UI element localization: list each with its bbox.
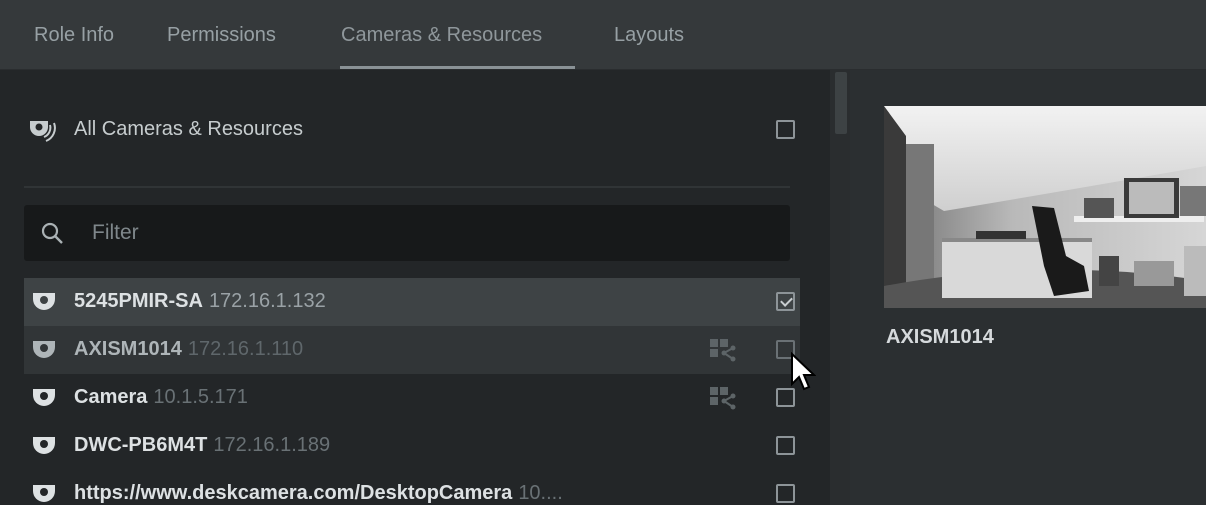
- all-cameras-icon: [30, 121, 56, 142]
- camera-checkbox[interactable]: [776, 292, 795, 311]
- camera-ip: 172.16.1.132: [208, 290, 326, 312]
- camera-icon: [33, 293, 55, 310]
- divider: [24, 186, 790, 188]
- camera-icon: [33, 437, 55, 454]
- tab-layouts[interactable]: Layouts: [614, 0, 684, 70]
- camera-icon: [33, 341, 55, 358]
- preview-panel: AXISM1014: [850, 70, 1206, 505]
- tab-permissions[interactable]: Permissions: [167, 0, 276, 70]
- camera-row[interactable]: AXISM1014 172.16.1.110: [24, 326, 800, 374]
- tab-bar: Role Info Permissions Cameras & Resource…: [0, 0, 1206, 70]
- camera-row[interactable]: 5245PMIR-SA 172.16.1.132: [24, 278, 800, 326]
- mouse-cursor-icon: [791, 352, 816, 391]
- room-thumbnail: [884, 106, 1206, 308]
- shared-layout-icon: [710, 387, 736, 410]
- tab-cameras-resources[interactable]: Cameras & Resources: [341, 0, 542, 70]
- camera-row[interactable]: DWC-PB6M4T 172.16.1.189: [24, 422, 800, 470]
- camera-permissions-dialog: Role Info Permissions Cameras & Resource…: [0, 0, 1206, 505]
- camera-ip: 10.1.5.171: [153, 386, 248, 408]
- all-resources-checkbox[interactable]: [776, 120, 795, 139]
- camera-icon: [33, 389, 55, 406]
- all-resources-label: All Cameras & Resources: [74, 118, 303, 140]
- camera-name: Camera: [74, 386, 148, 408]
- camera-name: https://www.deskcamera.com/DesktopCamera: [74, 482, 513, 504]
- camera-ip: 172.16.1.189: [213, 434, 331, 456]
- active-tab-indicator: [340, 66, 575, 69]
- tab-role-info[interactable]: Role Info: [34, 0, 114, 70]
- camera-row[interactable]: Camera 10.1.5.171: [24, 374, 800, 422]
- camera-ip: 172.16.1.110: [187, 338, 304, 360]
- camera-name: 5245PMIR-SA: [74, 290, 203, 312]
- resources-panel: All Cameras & Resources 5245PMIR-SA172.1…: [0, 70, 830, 505]
- camera-name: AXISM1014: [74, 338, 182, 360]
- camera-name: DWC-PB6M4T: [74, 434, 208, 456]
- preview-camera-name: AXISM1014: [886, 326, 994, 348]
- camera-checkbox[interactable]: [776, 436, 795, 455]
- search-icon: [41, 222, 63, 244]
- scrollbar[interactable]: [830, 70, 850, 505]
- camera-ip: 10....: [518, 482, 563, 504]
- filter-input[interactable]: [92, 205, 772, 261]
- shared-layout-icon: [710, 339, 736, 362]
- camera-row[interactable]: https://www.deskcamera.com/DesktopCamera…: [24, 470, 800, 505]
- filter-box: [24, 205, 790, 261]
- camera-checkbox[interactable]: [776, 484, 795, 503]
- camera-preview-image: [884, 106, 1206, 308]
- scrollbar-thumb[interactable]: [835, 72, 847, 134]
- all-resources-row[interactable]: All Cameras & Resources: [24, 110, 804, 150]
- camera-icon: [33, 485, 55, 502]
